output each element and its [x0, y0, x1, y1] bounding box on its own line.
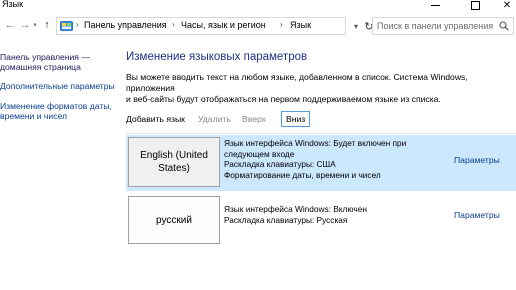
chevron-down-icon: ▾ [33, 22, 37, 29]
link-line: Изменение форматов даты, [0, 101, 112, 111]
move-up-button[interactable]: Вверх [242, 111, 266, 128]
language-detail-line: Язык интерфейса Windows: Будет включен п… [224, 138, 407, 148]
remove-button[interactable]: Удалить [198, 111, 231, 128]
maximize-button[interactable] [460, 0, 490, 12]
language-detail-line: Раскладка клавиатуры: Русская [224, 214, 348, 225]
address-box[interactable]: › Панель управления › Часы, язык и регио… [56, 17, 346, 35]
breadcrumb-separator: › [280, 20, 283, 29]
breadcrumb-language[interactable]: Язык [290, 20, 311, 30]
language-detail-line: Раскладка клавиатуры: США [224, 159, 336, 169]
control-panel-home-link[interactable]: Панель управления — домашняя страница [0, 52, 118, 72]
link-line: Панель управления — [0, 52, 90, 62]
title-bar: Язык ✕ [0, 0, 516, 12]
change-formats-link[interactable]: Изменение форматов даты, времени и чисел [0, 101, 118, 121]
close-button[interactable]: ✕ [492, 0, 516, 12]
language-tile[interactable]: русский [128, 196, 220, 244]
breadcrumb-control-panel[interactable]: Панель управления [84, 20, 167, 30]
breadcrumb-clock-language-region[interactable]: Часы, язык и регион [181, 20, 266, 30]
language-toolbar: Добавить язык Удалить Вверх Вниз [126, 111, 516, 134]
up-button[interactable]: ↑ [40, 18, 54, 32]
window-title: Язык [2, 0, 24, 9]
back-button[interactable]: ← [3, 18, 17, 32]
forward-arrow-icon: → [19, 19, 31, 31]
search-box[interactable] [372, 17, 514, 35]
page-description: Вы можете вводить текст на любом языке, … [126, 72, 514, 105]
add-language-button[interactable]: Добавить язык [126, 111, 185, 128]
search-input[interactable] [373, 18, 493, 34]
language-row-russian[interactable]: русский Язык интерфейса Windows: Включен… [126, 193, 516, 247]
language-detail-line: Язык интерфейса Windows: Включен [224, 204, 367, 214]
chevron-down-icon: ▾ [353, 21, 358, 31]
left-navigation-pane: Панель управления — домашняя страница До… [0, 52, 118, 131]
language-detail-line: следующем входе [224, 148, 295, 159]
breadcrumb-separator: › [76, 20, 79, 29]
language-tile[interactable]: English (United States) [128, 137, 220, 187]
toolbar-divider [126, 133, 516, 134]
advanced-settings-link[interactable]: Дополнительные параметры [0, 81, 118, 91]
breadcrumb-separator: › [172, 20, 175, 29]
description-line: и веб-сайты будут отображаться на первом… [126, 94, 441, 104]
back-arrow-icon: ← [4, 19, 16, 31]
maximize-icon [470, 0, 480, 10]
language-settings-link[interactable]: Параметры [454, 210, 500, 220]
close-icon: ✕ [502, 0, 512, 11]
description-line: Вы можете вводить текст на любом языке, … [126, 72, 468, 93]
control-panel-icon [60, 21, 73, 31]
language-settings-link[interactable]: Параметры [454, 155, 500, 165]
minimize-button[interactable] [420, 0, 450, 12]
page-title: Изменение языковых параметров [126, 51, 308, 63]
address-history-button[interactable]: ▾ [349, 17, 363, 35]
search-icon [499, 21, 509, 31]
link-line: домашняя страница [0, 62, 81, 72]
address-bar-row: ← → ▾ ↑ › Панель управления › Часы, язык… [0, 13, 516, 37]
recent-locations-button[interactable]: ▾ [31, 18, 39, 32]
minimize-icon [430, 4, 440, 6]
language-detail-line: Форматирование даты, времени и чисел [224, 169, 381, 180]
language-details: Язык интерфейса Windows: Будет включен п… [224, 138, 449, 180]
up-arrow-icon: ↑ [44, 19, 50, 31]
link-line: времени и чисел [0, 111, 68, 121]
forward-button[interactable]: → [18, 18, 32, 32]
language-row-english[interactable]: English (United States) Язык интерфейса … [126, 135, 516, 191]
move-down-button[interactable]: Вниз [281, 111, 311, 127]
language-details: Язык интерфейса Windows: Включен Расклад… [224, 204, 449, 225]
